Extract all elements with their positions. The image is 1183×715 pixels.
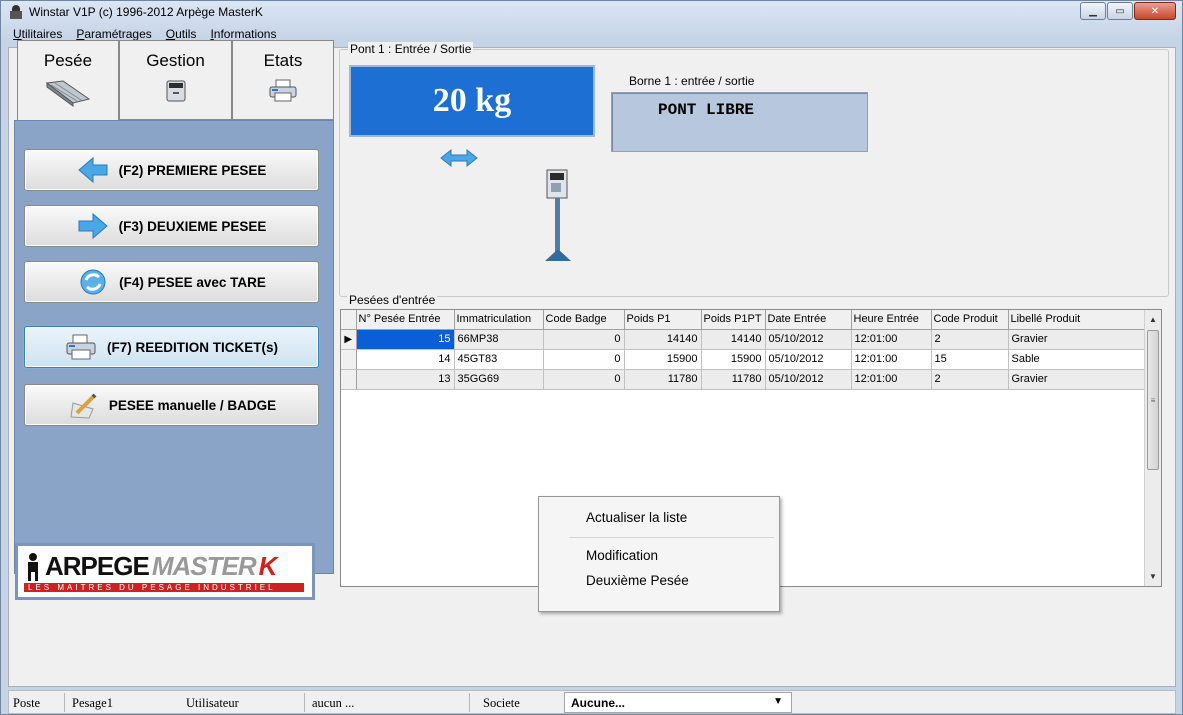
row-indicator — [341, 349, 357, 370]
premiere-pesee-button[interactable]: (F2) PREMIERE PESEE — [24, 149, 319, 191]
column-header[interactable]: Code Produit — [931, 310, 1009, 330]
arrow-left-icon — [77, 156, 108, 184]
scroll-thumb[interactable]: ≡ — [1147, 330, 1159, 470]
menu-item-modification[interactable]: Modification — [586, 548, 658, 563]
weighbridge-icon — [45, 80, 91, 107]
chevron-down-icon[interactable]: ▼ — [773, 696, 783, 707]
printer-icon — [269, 79, 297, 102]
column-header[interactable]: Date Entrée — [765, 310, 852, 330]
scroll-down-icon[interactable]: ▼ — [1145, 568, 1161, 585]
status-bar: Poste Pesage1 Utilisateur aucun ... Soci… — [8, 690, 1176, 714]
title-bar: Winstar V1P (c) 1996-2012 Arpège MasterK… — [1, 1, 1182, 23]
row-indicator — [341, 369, 357, 390]
tab-panel-pesee: (F2) PREMIERE PESEE (F3) DEUXIEME PESEE … — [14, 120, 334, 574]
tab-gestion[interactable]: Gestion — [119, 40, 232, 120]
deuxieme-pesee-button[interactable]: (F3) DEUXIEME PESEE — [24, 205, 319, 247]
table-row[interactable]: 13 35GG69 0 11780 11780 05/10/2012 12:01… — [341, 369, 1146, 390]
arrow-right-icon — [78, 212, 108, 240]
app-icon — [9, 5, 23, 19]
bridge-group-title: Pont 1 : Entrée / Sortie — [348, 42, 474, 56]
vertical-scrollbar[interactable]: ▲ ≡ ▼ — [1144, 310, 1161, 586]
cabinet-icon — [166, 80, 185, 102]
column-header[interactable]: N° Pesée Entrée — [356, 310, 455, 330]
borne-status-text: PONT LIBRE — [658, 101, 755, 119]
entries-group-title: Pesées d'entrée — [347, 293, 438, 307]
menu-item-refresh-list[interactable]: Actualiser la liste — [586, 510, 687, 525]
scroll-up-icon[interactable]: ▲ — [1145, 311, 1161, 328]
column-header[interactable]: Poids P1PT — [701, 310, 766, 330]
window-title: Winstar V1P (c) 1996-2012 Arpège MasterK — [29, 5, 263, 19]
column-header[interactable]: Immatriculation — [454, 310, 544, 330]
bidirectional-arrow-icon — [440, 148, 478, 168]
entries-table: N° Pesée Entrée Immatriculation Code Bad… — [341, 310, 1146, 390]
user-label: Utilisateur — [186, 696, 239, 710]
minimize-button[interactable]: ▁ — [1080, 2, 1106, 20]
column-header[interactable]: Code Badge — [543, 310, 625, 330]
current-row-indicator-icon: ▶ — [341, 329, 357, 350]
borne-label: Borne 1 : entrée / sortie — [629, 74, 755, 88]
pencil-paper-icon — [70, 393, 97, 419]
column-header[interactable]: Poids P1 — [624, 310, 702, 330]
borne-status-display: PONT LIBRE — [611, 92, 868, 152]
close-button[interactable]: ✕ — [1134, 2, 1176, 20]
logo-figure-icon — [28, 552, 38, 581]
poste-label: Poste — [13, 696, 41, 710]
table-row[interactable]: 14 45GT83 0 15900 15900 05/10/2012 12:01… — [341, 349, 1146, 370]
context-menu: Actualiser la liste Modification Deuxièm… — [538, 496, 780, 612]
printer-icon — [66, 334, 96, 360]
table-header-row: N° Pesée Entrée Immatriculation Code Bad… — [341, 310, 1146, 330]
left-panel: Pesée Gestion Etats (F2) PREMIERE PESEE … — [14, 40, 334, 574]
user-value: aucun ... — [312, 696, 355, 710]
window-controls: ▁ ▭ ✕ — [1080, 2, 1176, 20]
pesee-tare-button[interactable]: (F4) PESEE avec TARE — [24, 261, 319, 303]
table-row[interactable]: ▶ 15 66MP38 0 14140 14140 05/10/2012 12:… — [341, 329, 1146, 350]
app-window: Winstar V1P (c) 1996-2012 Arpège MasterK… — [0, 0, 1183, 715]
terminal-post-icon — [545, 169, 571, 261]
menu-separator — [569, 537, 774, 538]
arpege-masterk-logo: ARPEGE MASTER K LES MAITRES DU PESAGE IND… — [15, 543, 315, 600]
column-header[interactable]: Libellé Produit — [1008, 310, 1146, 330]
menu-item-deuxieme-pesee[interactable]: Deuxième Pesée — [586, 573, 689, 588]
bridge-group: Pont 1 : Entrée / Sortie 20 kg Borne 1 :… — [339, 42, 1169, 297]
refresh-icon — [80, 269, 106, 295]
tab-pesee[interactable]: Pesée — [17, 40, 119, 120]
tab-etats[interactable]: Etats — [232, 40, 334, 120]
poste-value: Pesage1 — [72, 696, 113, 710]
column-header[interactable]: Heure Entrée — [851, 310, 932, 330]
societe-label: Societe — [483, 696, 520, 710]
reedition-ticket-button[interactable]: (F7) REEDITION TICKET(s) — [24, 326, 319, 368]
weight-display: 20 kg — [349, 65, 595, 137]
row-indicator-header — [341, 310, 357, 330]
maximize-button[interactable]: ▭ — [1107, 2, 1133, 20]
societe-dropdown[interactable]: Aucune... ▼ — [564, 692, 792, 713]
pesee-manuelle-button[interactable]: PESEE manuelle / BADGE — [24, 384, 319, 426]
